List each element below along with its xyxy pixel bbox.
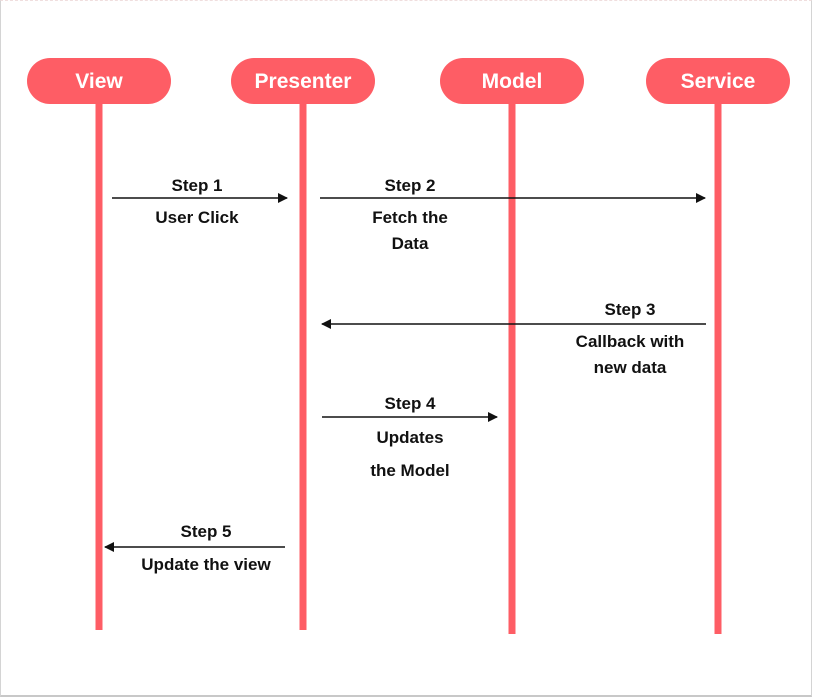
- actor-label: Presenter: [255, 70, 352, 93]
- lifeline-service: [714, 102, 722, 634]
- message-description: Update the view: [141, 555, 271, 574]
- message-step-label: Step 1: [171, 176, 222, 195]
- actor-service: Service: [646, 58, 790, 104]
- actor-label: Model: [482, 70, 543, 93]
- message-description: Data: [392, 234, 429, 253]
- sequence-diagram: View Presenter Model Service Step 1 User Cli…: [27, 58, 790, 634]
- actor-label: Service: [681, 70, 756, 93]
- message-1: Step 1 User Click: [112, 176, 288, 227]
- lifeline-model: [508, 102, 516, 634]
- message-step-label: Step 5: [180, 522, 231, 541]
- actor-model: Model: [440, 58, 584, 104]
- lifeline-view: [95, 102, 103, 630]
- message-step-label: Step 3: [604, 300, 655, 319]
- actor-label: View: [75, 70, 123, 93]
- message-description: Updates: [376, 428, 443, 447]
- message-description: Fetch the: [372, 208, 448, 227]
- lifeline-presenter: [299, 102, 307, 630]
- message-4: Step 4 Updates the Model: [322, 394, 498, 480]
- message-description: new data: [594, 358, 667, 377]
- message-description: the Model: [370, 461, 449, 480]
- actor-presenter: Presenter: [231, 58, 375, 104]
- actor-view: View: [27, 58, 171, 104]
- message-step-label: Step 2: [384, 176, 435, 195]
- message-step-label: Step 4: [384, 394, 436, 413]
- message-5: Step 5 Update the view: [104, 522, 285, 574]
- message-description: User Click: [155, 208, 239, 227]
- message-description: Callback with: [576, 332, 685, 351]
